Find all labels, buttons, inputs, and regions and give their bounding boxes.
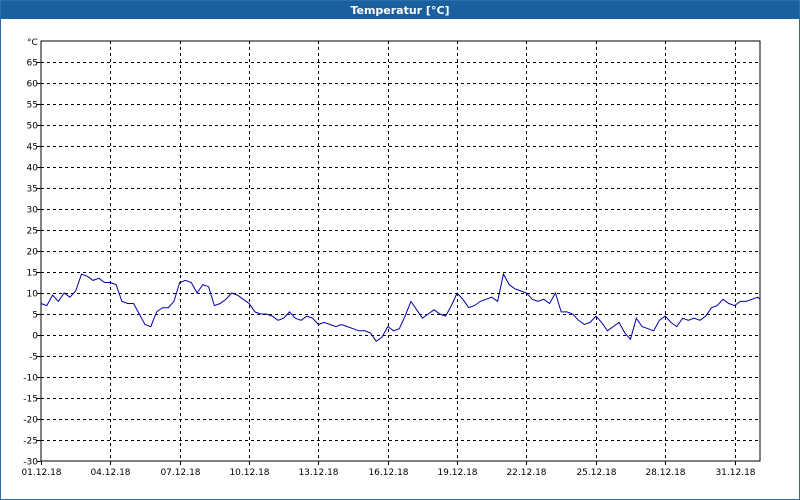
y-tick-label: 25: [27, 227, 38, 237]
y-tick-label: -25: [23, 437, 38, 447]
y-tick-label: 45: [27, 143, 38, 153]
y-tick-label: -15: [23, 395, 38, 405]
y-tick-label: 10: [27, 290, 39, 300]
y-tick-label: -20: [23, 416, 38, 426]
temperature-series-line: [40, 272, 761, 343]
y-tick-label: 15: [27, 269, 38, 279]
plot-frame: [40, 40, 761, 462]
x-tick-label: 22.12.18: [506, 468, 546, 478]
x-tick-label: 01.12.18: [21, 468, 61, 478]
x-tick-label: 10.12.18: [229, 468, 269, 478]
y-axis-ticks: -30 -25 -20 -15 -10 -5 0 5 10 15 20 25 30 35 40 45 50 55 6…: [23, 59, 41, 468]
y-tick-label: 35: [27, 185, 38, 195]
x-tick-label: 16.12.18: [368, 468, 408, 478]
x-axis-ticks: 01.12.18 04.12.18 07.12.18 10.12.18 13.12.18…: [21, 461, 756, 478]
y-tick-label: 0: [32, 332, 38, 342]
x-tick-label: 31.12.18: [715, 468, 755, 478]
y-tick-label: 65: [27, 59, 38, 69]
x-tick-label: 25.12.18: [576, 468, 616, 478]
y-tick-label: 60: [27, 80, 39, 90]
x-tick-label: 28.12.18: [645, 468, 685, 478]
y-tick-label: -10: [23, 374, 38, 384]
x-tick-label: 04.12.18: [90, 468, 130, 478]
y-tick-label: 30: [27, 206, 39, 216]
y-tick-label: -5: [29, 353, 38, 363]
window-title: Temperatur [°C]: [1, 1, 799, 19]
y-axis-label: °C: [27, 38, 38, 48]
x-tick-label: 07.12.18: [160, 468, 200, 478]
y-tick-label: -30: [23, 458, 38, 468]
chart-window: Temperatur [°C] -30 -25 -20 -15 -10 -5 0 5 10 15 2…: [0, 0, 800, 500]
y-tick-label: 40: [27, 164, 39, 174]
x-tick-label: 13.12.18: [298, 468, 338, 478]
y-tick-label: 50: [27, 122, 39, 132]
series-layer: [40, 272, 761, 343]
grid: [40, 40, 761, 462]
y-tick-label: 20: [27, 248, 39, 258]
y-tick-label: 55: [27, 101, 38, 111]
y-tick-label: 5: [32, 311, 38, 321]
temperature-chart: -30 -25 -20 -15 -10 -5 0 5 10 15 20 25 30 35 40 45 50 55 6…: [21, 38, 761, 478]
x-tick-label: 19.12.18: [437, 468, 477, 478]
